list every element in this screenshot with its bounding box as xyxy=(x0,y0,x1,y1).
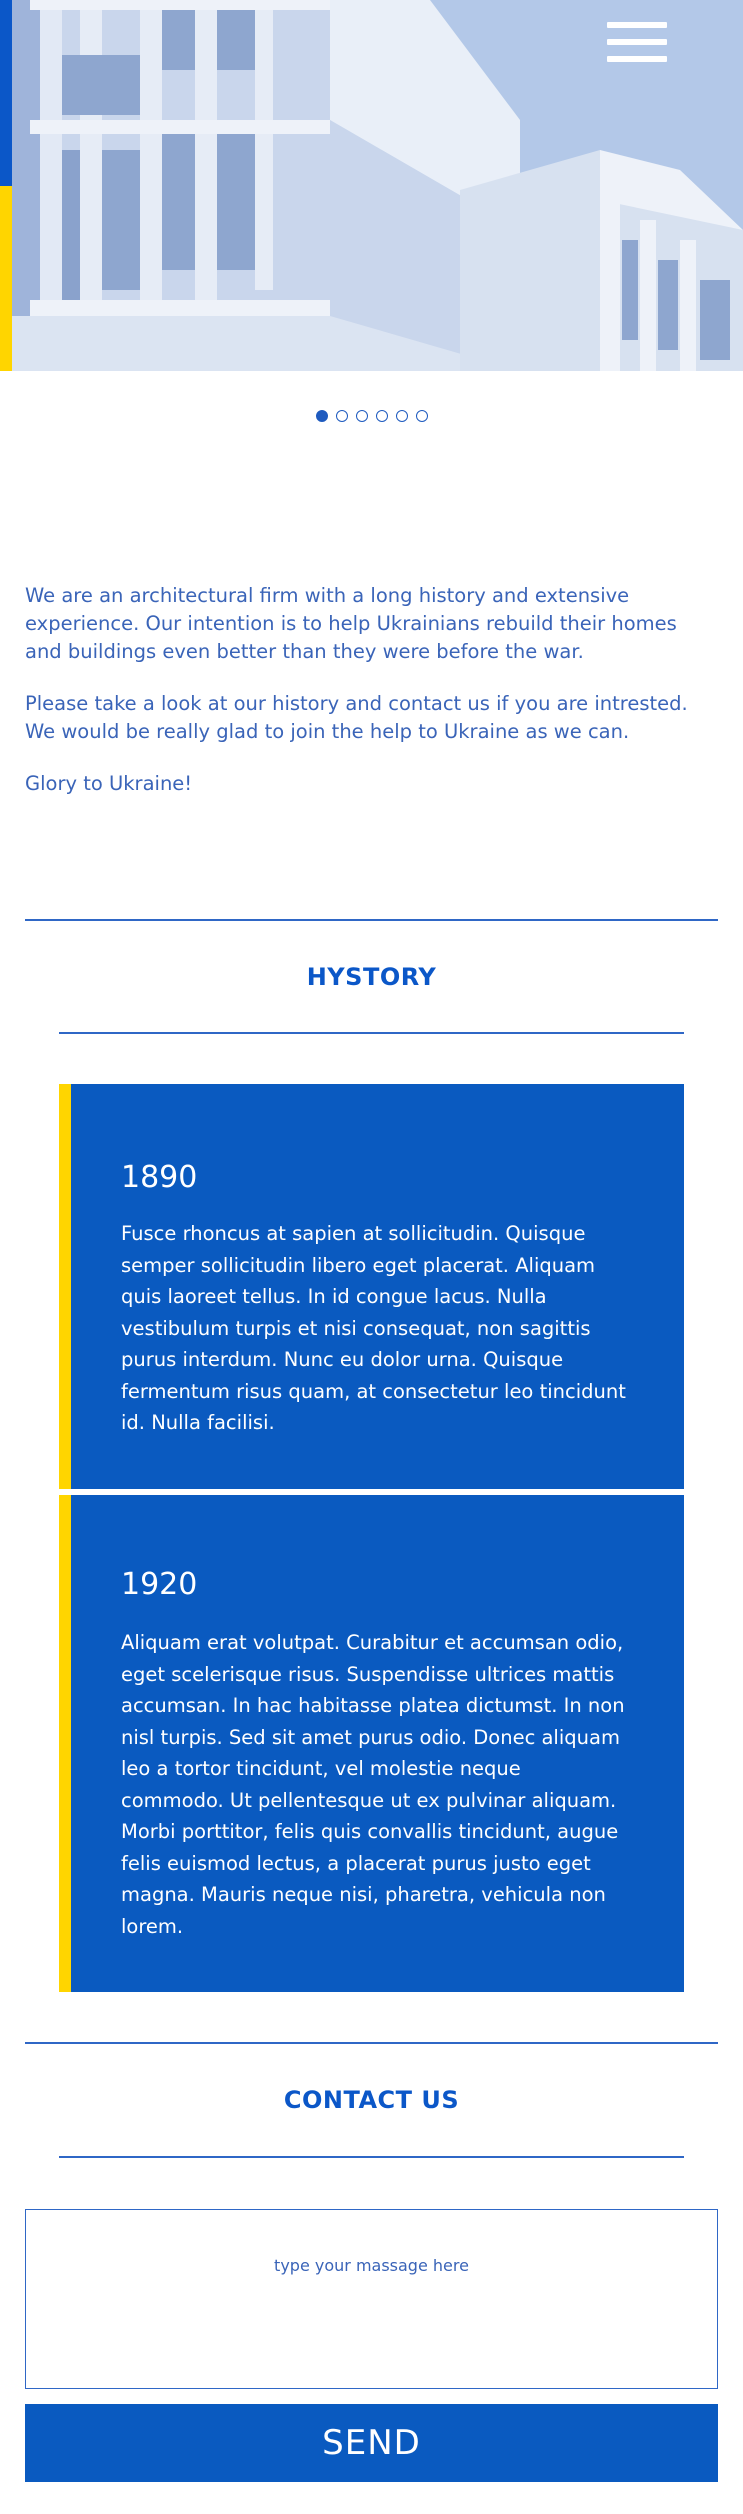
section-divider xyxy=(59,2156,684,2158)
menu-bar xyxy=(607,39,667,45)
hamburger-menu-icon[interactable] xyxy=(607,22,667,64)
slider-dot-1[interactable] xyxy=(315,410,328,422)
message-box xyxy=(25,2209,718,2389)
flag-stripe-blue xyxy=(0,0,12,186)
slider-dot-3[interactable] xyxy=(355,410,368,422)
card-stripe xyxy=(59,1495,71,1992)
intro-paragraph: Please take a look at our history and co… xyxy=(25,692,688,743)
history-text: Fusce rhoncus at sapien at sollicitudin.… xyxy=(121,1222,626,1434)
history-card: 1890 Fusce rhoncus at sapien at sollicit… xyxy=(59,1084,684,1489)
hero-banner xyxy=(0,0,743,371)
section-divider xyxy=(59,1032,684,1034)
history-title: HYSTORY xyxy=(306,963,437,991)
intro-text: We are an architectural firm with a long… xyxy=(25,582,718,822)
history-card: 1920 Aliquam erat volutpat. Curabitur et… xyxy=(59,1495,684,1992)
card-stripe xyxy=(59,1084,71,1489)
slider-dot-6[interactable] xyxy=(415,410,428,422)
slider-dot-5[interactable] xyxy=(395,410,408,422)
intro-paragraph: We are an architectural firm with a long… xyxy=(25,584,677,663)
menu-bar xyxy=(607,22,667,28)
slider-dot-4[interactable] xyxy=(375,410,388,422)
section-divider xyxy=(25,2042,718,2044)
flag-stripe-yellow xyxy=(0,186,12,371)
slider-dot-2[interactable] xyxy=(335,410,348,422)
send-button[interactable]: SEND xyxy=(25,2404,718,2482)
message-input[interactable] xyxy=(26,2210,717,2388)
intro-paragraph: Glory to Ukraine! xyxy=(25,772,193,795)
contact-title: CONTACT US xyxy=(283,2086,460,2114)
history-year: 1890 xyxy=(121,1160,198,1195)
history-year: 1920 xyxy=(121,1567,198,1602)
menu-bar xyxy=(607,56,667,62)
section-divider xyxy=(25,919,718,921)
history-text: Aliquam erat volutpat. Curabitur et accu… xyxy=(121,1631,625,1938)
slider-dots xyxy=(0,410,743,422)
page: We are an architectural firm with a long… xyxy=(0,0,743,2514)
